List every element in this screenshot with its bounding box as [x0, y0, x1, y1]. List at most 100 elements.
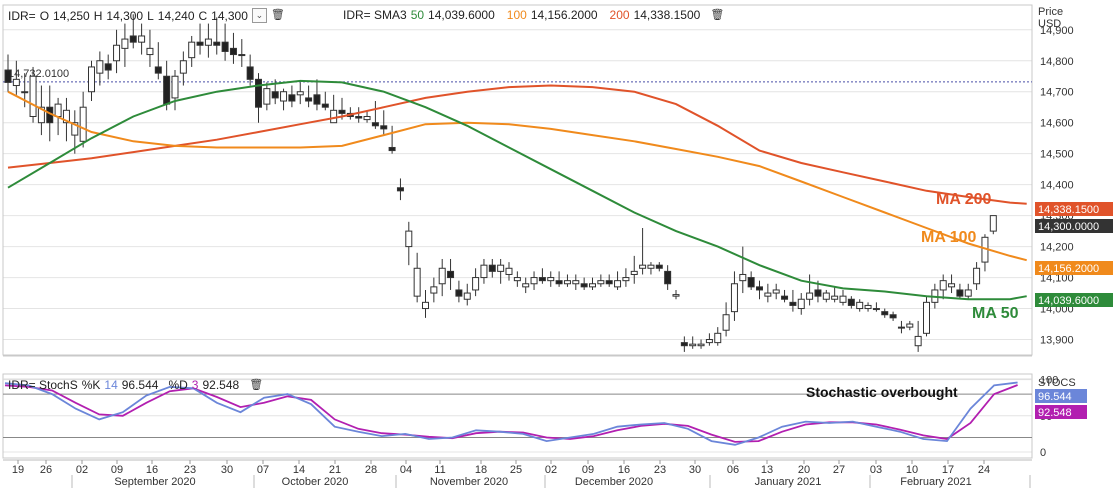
- candle-body: [321, 103, 329, 108]
- day-label: 23: [654, 464, 666, 476]
- candle-body: [221, 41, 229, 52]
- trash-icon[interactable]: 🗑: [271, 9, 285, 22]
- price-chart-canvas[interactable]: 14,732.0100 MA 200 MA 100 MA 50 Stochast…: [0, 0, 1115, 488]
- ma100-annotation: MA 100: [921, 229, 977, 246]
- candle-body: [789, 301, 797, 306]
- candle-body: [263, 88, 271, 105]
- trash-icon[interactable]: 🗑: [249, 379, 263, 392]
- sma-label: IDR= SMA3: [343, 8, 407, 22]
- month-label: November 2020: [430, 476, 508, 488]
- candle-body: [280, 91, 288, 102]
- candle-body: [121, 38, 129, 49]
- candle-body: [639, 264, 647, 269]
- price-tick-label: 14,900: [1040, 25, 1074, 37]
- candle-body: [839, 295, 847, 303]
- close-label: C: [198, 8, 208, 23]
- candle-body: [538, 277, 546, 282]
- candle-body: [271, 91, 279, 99]
- k-period: 14: [104, 378, 118, 392]
- candle-body: [171, 75, 179, 99]
- sma100-period: 100: [506, 8, 527, 22]
- trash-icon[interactable]: 🗑: [710, 9, 724, 22]
- day-label: 07: [257, 464, 269, 476]
- day-label: 02: [76, 464, 88, 476]
- candle-body: [614, 280, 622, 288]
- day-label: 23: [184, 464, 196, 476]
- candle-body: [113, 44, 121, 62]
- d-label: %D: [168, 378, 188, 392]
- candle-body: [747, 277, 755, 288]
- candle-body: [163, 75, 171, 105]
- candle-body: [956, 289, 964, 297]
- price-tick-label: 14,200: [1040, 242, 1074, 254]
- candle-body: [814, 289, 822, 297]
- candle-body: [238, 54, 246, 57]
- ma200-value-tag: 14,338.1500: [1035, 202, 1113, 216]
- svg-text:92.548: 92.548: [1038, 407, 1072, 419]
- price-axis-title: Price: [1038, 6, 1063, 18]
- candle-body: [522, 283, 530, 288]
- svg-text:96.544: 96.544: [1038, 391, 1072, 403]
- open-value: 14,250: [53, 8, 90, 23]
- candle-body: [480, 264, 488, 279]
- svg-text:14,300.0000: 14,300.0000: [1038, 221, 1099, 233]
- candle-body: [463, 292, 471, 300]
- candle-body: [472, 277, 480, 291]
- candle-body: [889, 314, 897, 319]
- candle-body: [338, 109, 346, 114]
- candle-body: [422, 301, 429, 310]
- candle-body: [948, 283, 956, 288]
- k-label: %K: [81, 378, 101, 392]
- candle-body: [714, 332, 722, 344]
- candle-body: [363, 116, 371, 121]
- candle-body: [405, 230, 413, 248]
- open-label: O: [39, 8, 50, 23]
- candle-body: [188, 41, 196, 59]
- candle-body: [939, 280, 947, 291]
- day-label: 30: [689, 464, 701, 476]
- sma50-value: 14,039.6000: [428, 8, 495, 22]
- day-label: 25: [510, 464, 522, 476]
- candle-body: [705, 339, 713, 344]
- candle-body: [88, 66, 95, 93]
- candle-body: [722, 314, 730, 331]
- candle-body: [104, 63, 112, 71]
- candle-body: [831, 295, 839, 300]
- sma-legend: IDR= SMA3 50 14,039.6000 100 14,156.2000…: [343, 8, 724, 22]
- sma200-period: 200: [609, 8, 630, 22]
- k-value: 96.544: [121, 378, 159, 392]
- close-value: 14,300: [211, 8, 248, 23]
- ma100-value-tag: 14,156.2000: [1035, 261, 1113, 275]
- d-value-tag: 92.548: [1035, 405, 1087, 419]
- day-label: 06: [727, 464, 739, 476]
- month-label: December 2020: [575, 476, 653, 488]
- candle-body: [138, 35, 146, 43]
- price-tick-label: 14,700: [1040, 87, 1074, 99]
- candle-body: [847, 298, 855, 306]
- candle-body: [647, 264, 655, 269]
- close-value-tag: 14,300.0000: [1035, 219, 1113, 233]
- day-label: 18: [475, 464, 487, 476]
- candle-body: [563, 280, 571, 285]
- candle-body: [29, 75, 37, 118]
- candle-body: [664, 270, 672, 285]
- candle-body: [872, 308, 880, 311]
- candle-body: [797, 298, 805, 310]
- candle-body: [914, 335, 922, 347]
- candle-body: [355, 116, 363, 119]
- candle-body: [438, 267, 446, 285]
- chevron-down-icon[interactable]: ⌄: [251, 8, 267, 23]
- candle-body: [822, 292, 830, 300]
- candle-body: [806, 292, 814, 300]
- month-label: January 2021: [755, 476, 822, 488]
- day-label: 11: [434, 464, 445, 476]
- candle-body: [772, 289, 780, 294]
- day-label: 20: [798, 464, 810, 476]
- high-value: 14,300: [106, 8, 144, 23]
- candle-body: [4, 69, 12, 83]
- candle-body: [96, 60, 104, 74]
- day-label: 13: [761, 464, 773, 476]
- candle-body: [79, 106, 87, 142]
- ma200-annotation: MA 200: [936, 191, 992, 208]
- stoch-tick-label: 0: [1040, 447, 1046, 459]
